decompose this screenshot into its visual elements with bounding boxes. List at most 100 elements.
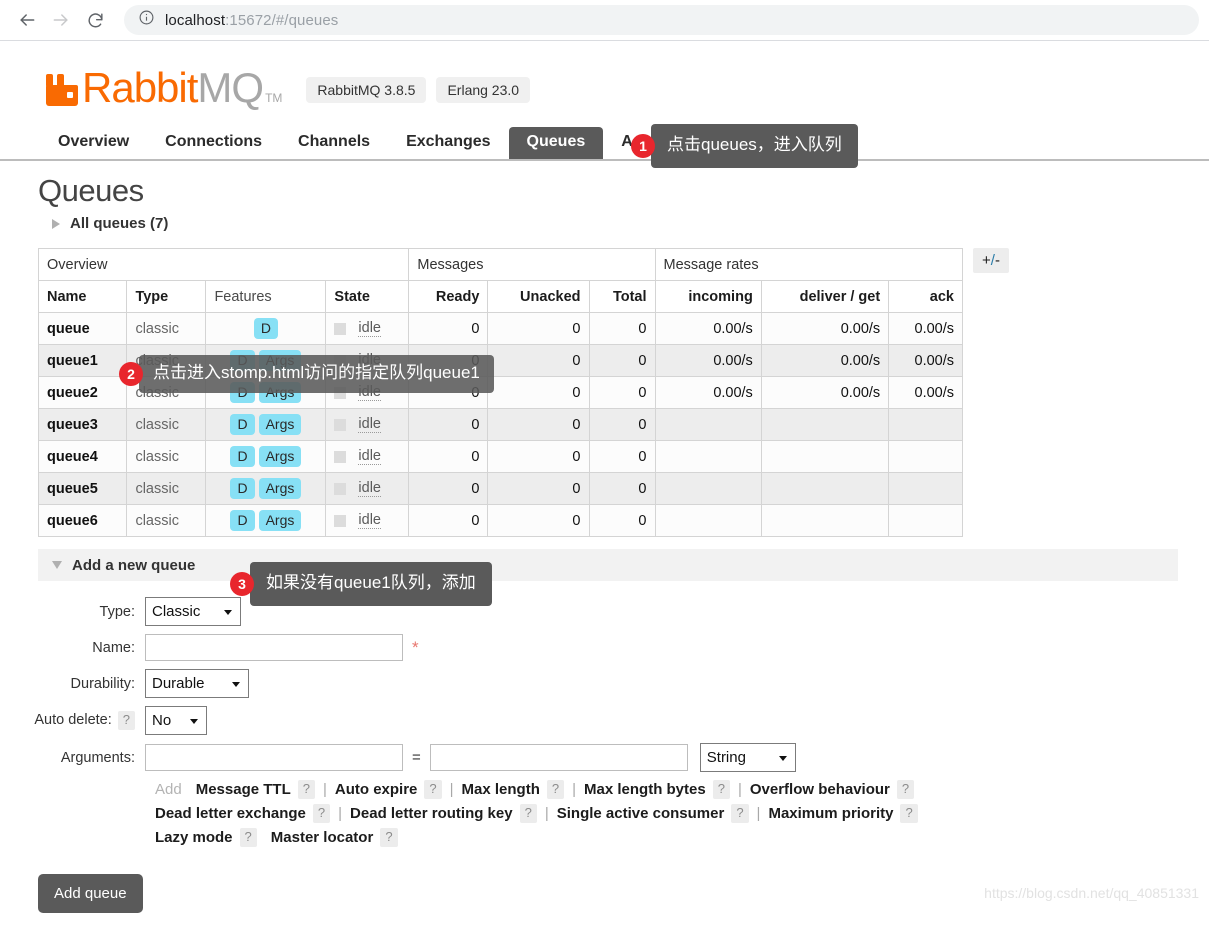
separator: | xyxy=(322,780,327,798)
auto-delete-select[interactable]: No xyxy=(145,706,207,735)
form-row-name: Name: * xyxy=(0,634,1209,661)
cell-queue-name[interactable]: queue5 xyxy=(37,472,128,505)
feature-badge: Args xyxy=(258,413,302,436)
cell-queue-state: idle xyxy=(325,504,410,537)
col-name[interactable]: Name xyxy=(37,280,128,313)
cell-ack: 0.00/s xyxy=(888,312,963,345)
cell-queue-name[interactable]: queue2 xyxy=(37,376,128,409)
nav-tab-exchanges[interactable]: Exchanges xyxy=(388,127,508,159)
table-row[interactable]: queue5 classic D Args idle 0 0 0 xyxy=(37,472,963,505)
feature-badge: Args xyxy=(258,477,302,500)
forward-icon[interactable] xyxy=(44,3,78,37)
col-ack[interactable]: ack xyxy=(888,280,963,313)
add-queue-button[interactable]: Add queue xyxy=(38,873,143,913)
col-type[interactable]: Type xyxy=(126,280,207,313)
separator: | xyxy=(572,780,577,798)
dead-letter-exchange-help-icon[interactable]: ? xyxy=(312,803,331,823)
cell-queue-name[interactable]: queue xyxy=(37,312,128,345)
col-incoming[interactable]: incoming xyxy=(654,280,762,313)
nav-tab-channels[interactable]: Channels xyxy=(280,127,388,159)
preset-dead-letter-routing-key[interactable]: Dead letter routing key xyxy=(350,805,513,822)
master-locator-help-icon[interactable]: ? xyxy=(380,827,398,847)
state-indicator-icon xyxy=(334,418,347,431)
cell-queue-name[interactable]: queue4 xyxy=(37,440,128,473)
add-queue-section-header[interactable]: Add a new queue xyxy=(38,549,1178,581)
cell-total: 0 xyxy=(588,344,656,377)
max-length-help-icon[interactable]: ? xyxy=(546,780,565,799)
preset-overflow-behaviour[interactable]: Overflow behaviour xyxy=(750,781,890,798)
url-bar[interactable]: localhost:15672/#/queues xyxy=(124,5,1199,35)
preset-auto-expire[interactable]: Auto expire xyxy=(335,781,418,798)
preset-maximum-priority[interactable]: Maximum priority xyxy=(768,805,893,822)
col-total[interactable]: Total xyxy=(588,280,656,313)
rabbitmq-logo-icon[interactable]: Rabbit MQ TM xyxy=(46,67,282,109)
queues-table-body: queue classic Didle 0 0 0 0.00/s 0.00/s 0.00/s qu… xyxy=(37,312,963,537)
col-unacked[interactable]: Unacked xyxy=(487,280,590,313)
table-row[interactable]: queue6 classic D Args idle 0 0 0 xyxy=(37,504,963,537)
add-preset-label: Add xyxy=(155,780,182,798)
name-input[interactable] xyxy=(145,634,403,661)
preset-max-length[interactable]: Max length xyxy=(462,781,540,798)
group-message-rates: Message rates xyxy=(654,248,963,281)
cell-incoming: 0.00/s xyxy=(654,376,762,409)
argument-value-input[interactable] xyxy=(429,744,688,771)
preset-lazy-mode[interactable]: Lazy mode xyxy=(155,829,233,846)
auto-delete-help-icon[interactable]: ? xyxy=(117,711,135,730)
cell-queue-type: classic xyxy=(126,408,207,441)
type-select[interactable]: Classic xyxy=(145,597,241,626)
col-features: Features xyxy=(205,280,327,313)
dead-letter-routing-key-help-icon[interactable]: ? xyxy=(519,803,537,823)
lazy-mode-help-icon[interactable]: ? xyxy=(239,827,257,847)
max-length-bytes-help-icon[interactable]: ? xyxy=(712,780,730,799)
cell-ack: 0.00/s xyxy=(888,376,963,409)
maximum-priority-help-icon[interactable]: ? xyxy=(900,803,918,823)
preset-max-length-bytes[interactable]: Max length bytes xyxy=(584,781,706,798)
single-active-consumer-help-icon[interactable]: ? xyxy=(731,803,749,823)
feature-badge: D xyxy=(230,477,255,500)
toggle-columns-button[interactable]: +/- xyxy=(973,248,1009,273)
cell-unacked: 0 xyxy=(487,504,590,537)
all-queues-toggle[interactable]: All queues (7) xyxy=(52,215,1209,232)
cell-ready: 0 xyxy=(408,440,489,473)
message-ttl-help-icon[interactable]: ? xyxy=(297,780,315,799)
cell-ack xyxy=(888,408,963,441)
col-state[interactable]: State xyxy=(325,280,410,313)
table-row[interactable]: queue3 classic D Args idle 0 0 0 xyxy=(37,408,963,441)
cell-queue-name[interactable]: queue6 xyxy=(37,504,128,537)
annotation-2-badge: 2 xyxy=(119,361,143,386)
nav-tab-overview[interactable]: Overview xyxy=(40,127,147,159)
preset-single-active-consumer[interactable]: Single active consumer xyxy=(557,805,725,822)
cell-queue-type: classic xyxy=(126,440,207,473)
feature-badge: D xyxy=(230,509,255,532)
cell-deliver-get: 0.00/s xyxy=(760,344,890,377)
cell-queue-features: DArgs xyxy=(205,440,327,473)
preset-dead-letter-exchange[interactable]: Dead letter exchange xyxy=(155,805,306,822)
reload-icon[interactable] xyxy=(78,3,112,37)
auto-delete-label: Auto delete: ? xyxy=(0,711,145,730)
preset-master-locator[interactable]: Master locator xyxy=(271,829,374,846)
argument-key-input[interactable] xyxy=(145,744,403,771)
nav-tab-connections[interactable]: Connections xyxy=(147,127,280,159)
rabbitmq-version-badge: RabbitMQ 3.8.5 xyxy=(306,77,427,103)
all-queues-label: All queues (7) xyxy=(70,215,169,232)
state-text: idle xyxy=(358,512,381,529)
form-row-type: Type: Classic xyxy=(0,597,1209,626)
watermark: https://blog.csdn.net/qq_40851331 xyxy=(984,884,1199,901)
auto-expire-help-icon[interactable]: ? xyxy=(424,780,442,799)
table-row[interactable]: queue4 classic D Args idle 0 0 0 xyxy=(37,440,963,473)
back-icon[interactable] xyxy=(10,3,44,37)
cell-queue-name[interactable]: queue1 xyxy=(37,344,128,377)
overflow-behaviour-help-icon[interactable]: ? xyxy=(896,780,915,799)
argument-type-select[interactable]: String xyxy=(699,743,796,772)
preset-message-ttl[interactable]: Message TTL xyxy=(196,781,291,798)
durability-select[interactable]: Durable xyxy=(145,669,249,698)
state-indicator-icon xyxy=(334,482,347,495)
col-ready[interactable]: Ready xyxy=(408,280,489,313)
cell-queue-name[interactable]: queue3 xyxy=(37,408,128,441)
cell-queue-features: DArgs xyxy=(205,408,327,441)
col-deliver-get[interactable]: deliver / get xyxy=(760,280,890,313)
chevron-down-icon xyxy=(52,561,62,569)
separator: | xyxy=(544,804,549,822)
nav-tab-queues[interactable]: Queues xyxy=(508,127,604,159)
table-row[interactable]: queue classic Didle 0 0 0 0.00/s 0.00/s 0.00/s xyxy=(37,312,963,345)
